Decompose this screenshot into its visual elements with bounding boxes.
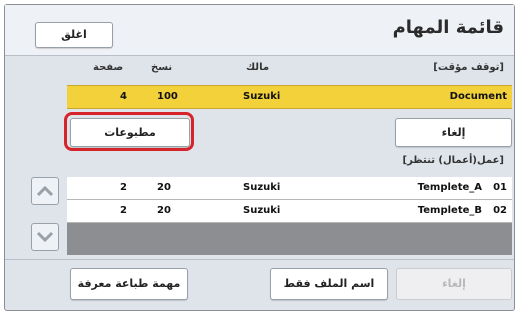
column-header-copies: نسخ (151, 62, 173, 73)
page-title: قائمة المهام (392, 17, 504, 38)
paused-job-name: Document (449, 91, 507, 102)
cancel-job-button[interactable]: إلغاء (395, 118, 512, 147)
close-button[interactable]: اغلق (35, 22, 113, 48)
chevron-down-icon (36, 231, 54, 243)
job-owner: Suzuki (243, 205, 281, 216)
scroll-up-button[interactable] (31, 177, 59, 205)
job-copies: 20 (157, 205, 171, 216)
job-list-panel: قائمة المهام اغلق [توقف مؤقت] صفحة نسخ م… (4, 4, 515, 311)
paused-job-row[interactable]: 4 100 Suzuki Document (67, 85, 512, 109)
known-print-job-button[interactable]: مهمة طباعة معرفة (70, 268, 188, 300)
job-copies: 20 (157, 182, 171, 193)
chevron-up-icon (36, 185, 54, 197)
paused-section-label: [توقف مؤقت] (433, 62, 504, 73)
column-header-page: صفحة (93, 62, 124, 73)
job-page: 2 (120, 205, 127, 216)
table-row[interactable]: 2 20 Suzuki Templete_B 02 (67, 200, 512, 223)
waiting-section-label: [عمل(أعمال) تنتظر] (402, 155, 505, 166)
job-page: 2 (120, 182, 127, 193)
prints-button[interactable]: مطبوعات (70, 118, 190, 147)
column-header-owner: مالك (246, 62, 270, 73)
job-owner: Suzuki (243, 182, 281, 193)
filename-only-button[interactable]: اسم الملف فقط (270, 268, 388, 300)
paused-job-page: 4 (120, 91, 127, 102)
job-number: 01 (493, 182, 507, 193)
job-name: Templete_B (417, 205, 482, 216)
divider (5, 259, 514, 260)
header-bar: قائمة المهام اغلق (5, 5, 514, 56)
paused-job-copies: 100 (157, 91, 178, 102)
waiting-jobs-list: 2 20 Suzuki Templete_A 01 2 20 Suzuki Te… (67, 177, 512, 255)
table-row[interactable]: 2 20 Suzuki Templete_A 01 (67, 177, 512, 200)
paused-job-owner: Suzuki (243, 91, 281, 102)
scroll-down-button[interactable] (31, 223, 59, 251)
job-name: Templete_A (417, 182, 482, 193)
cancel-waiting-job-button[interactable]: إلغاء (396, 268, 512, 300)
job-number: 02 (493, 205, 507, 216)
